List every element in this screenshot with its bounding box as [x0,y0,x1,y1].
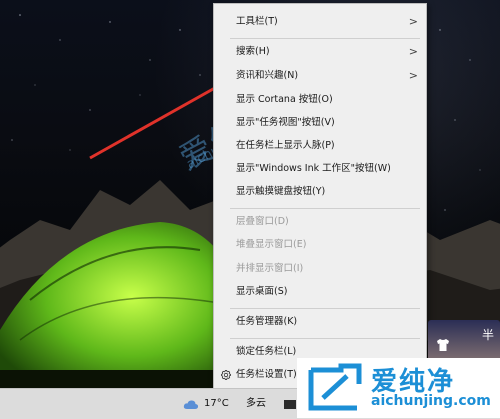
shirt-icon [437,339,449,351]
menu-item-label: 堆叠显示窗口(E) [236,239,307,250]
menu-item-show-people[interactable]: 在任务栏上显示人脉(P) [214,136,426,156]
menu-item-label: 在任务栏上显示人脉(P) [236,140,335,151]
menu-item-label: 并排显示窗口(I) [236,263,304,274]
menu-separator [230,338,420,339]
menu-item-label: 显示触摸键盘按钮(Y) [236,186,326,197]
menu-item-show-cortana[interactable]: 显示 Cortana 按钮(O) [214,90,426,110]
submenu-arrow-icon: > [408,15,418,28]
menu-item-stack-windows: 堆叠显示窗口(E) [214,235,426,255]
cloud-icon [183,400,199,409]
menu-item-label: 锁定任务栏(L) [236,346,297,357]
gear-icon [221,370,231,380]
tent [0,222,240,388]
logo-url: aichunjing.com [371,393,491,409]
menu-item-news-and-interests[interactable]: 资讯和兴趣(N) > [214,66,426,86]
menu-item-label: 层叠窗口(D) [236,216,289,227]
widget-text: 半 [481,328,494,342]
menu-separator [230,208,420,209]
logo-mark-icon [308,363,362,411]
weather-temperature: 17°C [204,398,229,409]
submenu-arrow-icon: > [408,69,418,82]
menu-item-label: 显示 Cortana 按钮(O) [236,94,333,105]
menu-item-cascade-windows: 层叠窗口(D) [214,212,426,232]
menu-item-label: 显示"任务视图"按钮(V) [236,117,335,128]
menu-item-label: 搜索(H) [236,46,270,57]
menu-item-task-manager[interactable]: 任务管理器(K) [214,312,426,332]
menu-item-toolbars[interactable]: 工具栏(T) > [214,12,426,32]
menu-item-label: 资讯和兴趣(N) [236,70,299,81]
menu-item-label: 显示桌面(S) [236,286,288,297]
menu-item-side-by-side: 并排显示窗口(I) [214,259,426,279]
menu-separator [230,308,420,309]
menu-item-show-task-view[interactable]: 显示"任务视图"按钮(V) [214,113,426,133]
menu-item-search[interactable]: 搜索(H) > [214,42,426,62]
submenu-arrow-icon: > [408,45,418,58]
menu-item-label: 显示"Windows Ink 工作区"按钮(W) [236,163,391,174]
site-logo-watermark: 爱纯净 aichunjing.com [297,358,500,418]
weather-description: 多云 [246,398,266,409]
menu-item-label: 任务栏设置(T) [236,369,297,380]
menu-separator [230,38,420,39]
battery-icon[interactable] [284,400,296,409]
menu-item-show-desktop[interactable]: 显示桌面(S) [214,282,426,302]
menu-item-label: 任务管理器(K) [236,316,298,327]
menu-item-label: 工具栏(T) [236,16,278,27]
taskbar-context-menu: 工具栏(T) > 搜索(H) > 资讯和兴趣(N) > 显示 Cortana 按… [213,3,427,390]
menu-item-show-touch-keyboard[interactable]: 显示触摸键盘按钮(Y) [214,182,426,202]
menu-item-show-windows-ink[interactable]: 显示"Windows Ink 工作区"按钮(W) [214,159,426,179]
